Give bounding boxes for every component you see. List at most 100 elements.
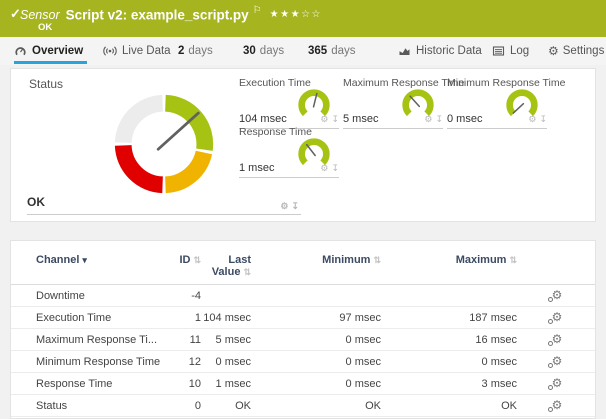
channel-minimum: 97 msec: [251, 307, 381, 329]
sensor-kind-label: Sensor: [20, 8, 60, 22]
channel-id: 10: [161, 373, 201, 395]
channel-maximum: [381, 285, 517, 307]
column-label: Value: [212, 266, 241, 278]
tab-label-word: days: [260, 45, 284, 57]
table-row: Execution Time 1 104 msec 97 msec 187 ms…: [11, 307, 596, 329]
gear-icon[interactable]: ⚙: [320, 163, 328, 173]
channel-name[interactable]: Response Time: [11, 373, 161, 395]
tab-live-data[interactable]: Live Data: [103, 37, 171, 64]
channel-settings-icon[interactable]: ⚙: [552, 311, 563, 323]
table-row: Status 0 OK OK OK ⚙: [11, 395, 596, 417]
column-header-minimum[interactable]: Minimum⇅: [251, 241, 381, 285]
status-gauge-label: Status: [29, 77, 63, 91]
sensor-status-text: OK: [38, 22, 52, 33]
channel-name[interactable]: Status: [11, 395, 161, 417]
table-row: Response Time 10 1 msec 0 msec 3 msec ⚙: [11, 373, 596, 395]
column-header-maximum[interactable]: Maximum⇅: [381, 241, 517, 285]
table-row: Maximum Response Ti... 11 5 msec 0 msec …: [11, 329, 596, 351]
sort-icon: ⇅: [509, 255, 517, 265]
table-row: Downtime -4 ⚙: [11, 285, 596, 307]
channel-maximum: 0 msec: [381, 351, 517, 373]
tab-label: Log: [510, 45, 529, 57]
channel-table: Channel▾ ID⇅ Last Value⇅ Minimum⇅ Maximu…: [11, 241, 596, 417]
tab-30-days[interactable]: 30 days: [243, 37, 284, 64]
channel-name[interactable]: Maximum Response Ti...: [11, 329, 161, 351]
gear-icon[interactable]: ⚙: [528, 114, 536, 124]
channel-table-panel: Channel▾ ID⇅ Last Value⇅ Minimum⇅ Maximu…: [10, 240, 596, 419]
channel-minimum: 0 msec: [251, 351, 381, 373]
pin-icon[interactable]: ↧: [331, 163, 339, 173]
tab-label: Live Data: [122, 45, 171, 57]
channel-settings-icon[interactable]: ⚙: [552, 399, 563, 411]
channel-last-value: 1 msec: [201, 373, 251, 395]
status-gauge: [105, 85, 223, 203]
tab-label-number: 2: [178, 45, 184, 57]
pin-icon[interactable]: ↧: [331, 114, 339, 124]
column-header-channel[interactable]: Channel▾: [11, 241, 161, 285]
column-header-actions: [517, 241, 596, 285]
tab-log[interactable]: Log: [492, 37, 529, 64]
channel-minimum: OK: [251, 395, 381, 417]
channel-settings-icon[interactable]: ⚙: [552, 289, 563, 301]
flag-icon[interactable]: ⚐: [253, 5, 262, 16]
pin-icon[interactable]: ↧: [291, 201, 299, 211]
gear-icon: ⚙: [548, 44, 559, 58]
column-label: Last: [228, 254, 251, 266]
tab-label-number: 30: [243, 45, 256, 57]
tab-overview[interactable]: Overview: [14, 37, 83, 64]
gear-icon[interactable]: ⚙: [320, 114, 328, 124]
gear-icon[interactable]: ⚙: [424, 114, 432, 124]
tab-label-word: days: [188, 45, 212, 57]
channel-settings-icon[interactable]: ⚙: [552, 377, 563, 389]
channel-minimum: [251, 285, 381, 307]
column-label: Channel: [36, 254, 79, 266]
gauges-panel: Status OK ⚙↧ Execution Time 104 msec ⚙↧ …: [10, 68, 596, 222]
sensor-header: ✓ SensorScript v2: example_script.py⚐★★★…: [0, 0, 606, 37]
channel-settings-icon[interactable]: ⚙: [552, 333, 563, 345]
channel-maximum: 3 msec: [381, 373, 517, 395]
gauge-execution-time: Execution Time 104 msec ⚙↧: [239, 77, 339, 129]
tab-bar: Overview Live Data 2 days 30 days 365 da…: [0, 37, 606, 65]
gauge-minimum-response-time: Minimum Response Time 0 msec ⚙↧: [447, 77, 547, 129]
tab-label: Settings: [563, 45, 605, 57]
channel-settings-icon[interactable]: ⚙: [552, 355, 563, 367]
tab-historic-data[interactable]: Historic Data: [398, 37, 482, 64]
pin-icon[interactable]: ↧: [435, 114, 443, 124]
channel-last-value: 0 msec: [201, 351, 251, 373]
sort-icon: ⇅: [243, 267, 251, 277]
gauge-value: 104 msec: [239, 113, 287, 125]
channel-last-value: OK: [201, 395, 251, 417]
gauge-value: 5 msec: [343, 113, 378, 125]
gear-icon[interactable]: ⚙: [280, 201, 288, 211]
channel-name[interactable]: Execution Time: [11, 307, 161, 329]
column-header-id[interactable]: ID⇅: [161, 241, 201, 285]
channel-last-value: 5 msec: [201, 329, 251, 351]
tab-2-days[interactable]: 2 days: [178, 37, 213, 64]
channel-name[interactable]: Downtime: [11, 285, 161, 307]
status-gauge-needle: [158, 113, 198, 149]
tab-label-word: days: [331, 45, 355, 57]
sensor-title: Script v2: example_script.py: [66, 7, 249, 22]
pin-icon[interactable]: ↧: [539, 114, 547, 124]
sort-icon: ⇅: [373, 255, 381, 265]
column-label: Maximum: [456, 254, 507, 266]
gauge-value: 0 msec: [447, 113, 482, 125]
priority-stars[interactable]: ★★★☆☆: [270, 9, 322, 20]
caret-down-icon: ▾: [82, 255, 87, 265]
column-header-last-value[interactable]: Last Value⇅: [201, 241, 251, 285]
channel-last-value: [201, 285, 251, 307]
channel-maximum: 187 msec: [381, 307, 517, 329]
channel-id: 0: [161, 395, 201, 417]
column-label: ID: [179, 254, 190, 266]
channel-minimum: 0 msec: [251, 329, 381, 351]
sort-icon: ⇅: [193, 255, 201, 265]
channel-maximum: OK: [381, 395, 517, 417]
live-signal-icon: [103, 45, 117, 57]
tab-settings[interactable]: ⚙ Settings: [548, 37, 604, 64]
area-chart-icon: [398, 45, 411, 57]
tab-365-days[interactable]: 365 days: [308, 37, 355, 64]
channel-last-value: 104 msec: [201, 307, 251, 329]
log-list-icon: [492, 45, 505, 57]
channel-name[interactable]: Minimum Response Time: [11, 351, 161, 373]
channel-id: 12: [161, 351, 201, 373]
